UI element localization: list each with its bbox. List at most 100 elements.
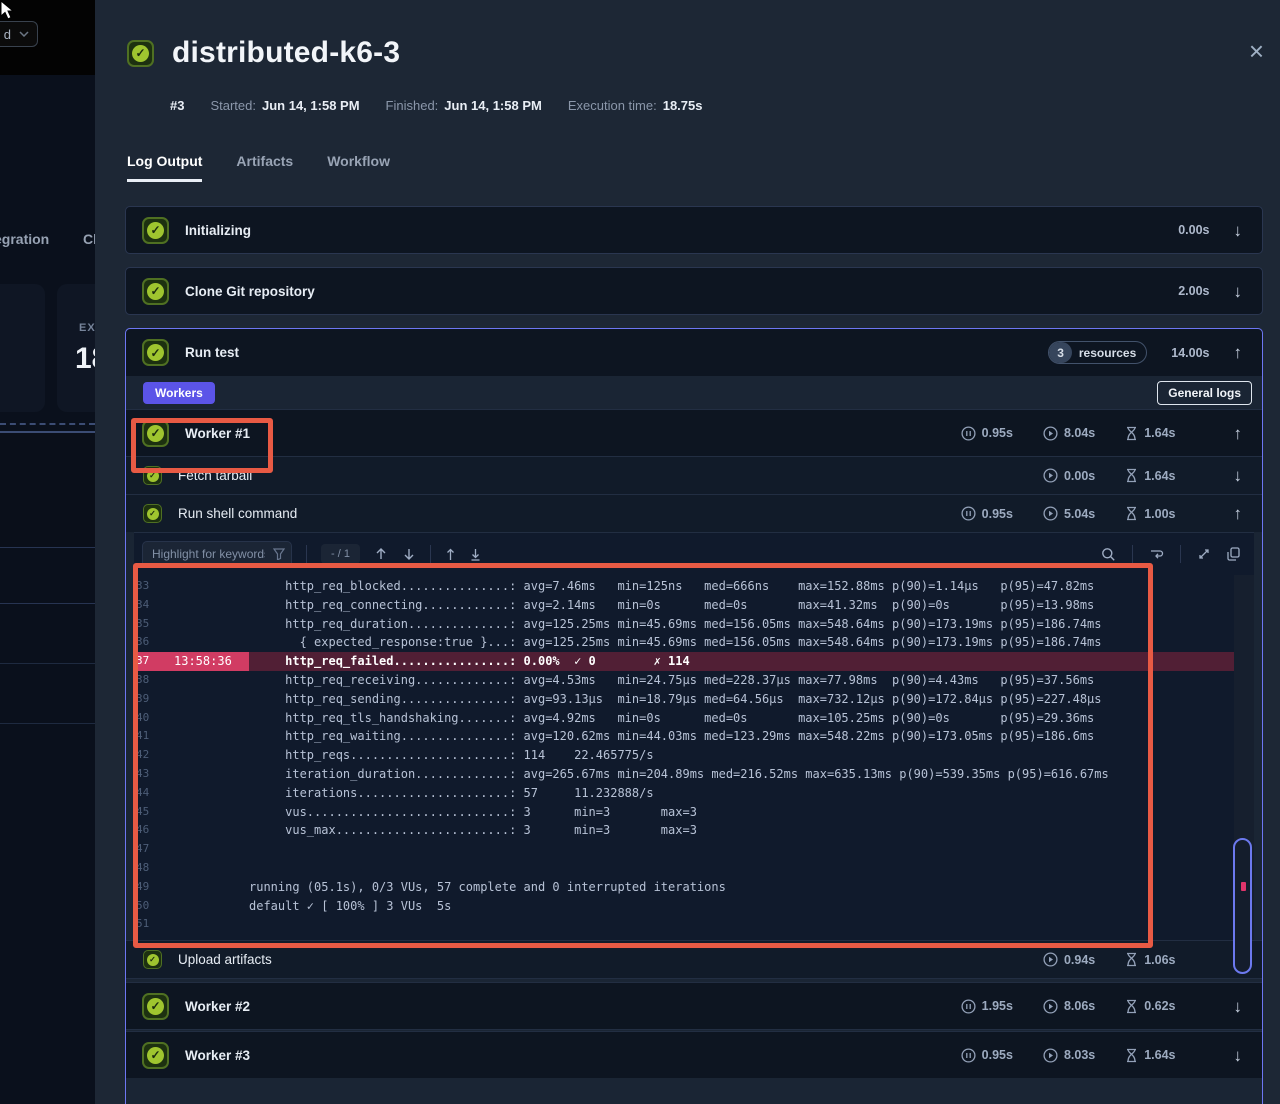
step-label: Run shell command [178, 506, 297, 521]
section-clone-git-header[interactable]: ✓ Clone Git repository 2.00s ↓ [126, 268, 1262, 314]
log-line[interactable]: 35 http_req_duration..............: avg=… [134, 615, 1254, 634]
section-duration: 14.00s [1171, 346, 1209, 360]
log-line-timestamp [160, 897, 249, 916]
log-line[interactable]: 39 http_req_sending...............: avg=… [134, 690, 1254, 709]
row-run-shell-command[interactable]: ✓ Run shell command 0.95s 5.04s 1.00s ↑ [126, 494, 1262, 532]
row-worker-3[interactable]: ✓ Worker #3 0.95s 8.03s 1.64s ↓ [126, 1031, 1262, 1078]
success-check-icon: ✓ [143, 950, 162, 969]
log-sections: ✓ Initializing 0.00s ↓ ✓ Clone Git repos… [95, 182, 1280, 1104]
total-time: 1.64s [1125, 426, 1175, 441]
log-line-text: running (05.1s), 0/3 VUs, 57 complete an… [249, 878, 1254, 897]
pause-circle-icon [961, 506, 976, 521]
row-fetch-tarball[interactable]: ✓ Fetch tarball 0.00s 1.64s ↓ [126, 456, 1262, 494]
background-card-label: EX [79, 322, 96, 334]
log-line[interactable]: 38 http_req_receiving.............: avg=… [134, 671, 1254, 690]
log-line[interactable]: 51 [134, 915, 1254, 934]
previous-match-icon[interactable] [374, 547, 388, 561]
background-dropdown-label: d [4, 27, 11, 42]
log-line-text: http_req_connecting............: avg=2.1… [249, 596, 1254, 615]
log-line-timestamp [160, 671, 249, 690]
background-tab-left[interactable]: egration [0, 231, 49, 247]
log-line-timestamp [160, 596, 249, 615]
log-line-timestamp [160, 690, 249, 709]
log-line-text: http_req_tls_handshaking.......: avg=4.9… [249, 709, 1254, 728]
scroll-to-bottom-icon[interactable] [470, 548, 481, 561]
log-line-timestamp [160, 878, 249, 897]
log-scrollbar-track[interactable] [1234, 575, 1254, 940]
log-line-text: default ✓ [ 100% ] 3 VUs 5s [249, 897, 1254, 916]
filter-funnel-icon[interactable] [273, 548, 285, 560]
job-detail-modal: × ✓ distributed-k6-3 #3 Started:Jun 14, … [95, 0, 1280, 1104]
finished-value: Jun 14, 1:58 PM [444, 98, 542, 113]
log-line[interactable]: 45 vus............................: 3 mi… [134, 803, 1254, 822]
log-line[interactable]: 33 http_req_blocked...............: avg=… [134, 577, 1254, 596]
log-line[interactable]: 50 default ✓ [ 100% ] 3 VUs 5s [134, 897, 1254, 916]
log-line[interactable]: 37 13:58:36 http_req_failed.............… [134, 652, 1254, 671]
log-line[interactable]: 48 [134, 859, 1254, 878]
log-line[interactable]: 34 http_req_connecting............: avg=… [134, 596, 1254, 615]
log-line[interactable]: 41 http_req_waiting...............: avg=… [134, 727, 1254, 746]
row-worker-1[interactable]: ✓ Worker #1 0.95s 8.04s 1.64s ↑ [126, 409, 1262, 456]
log-line-text [249, 859, 1254, 878]
execution-time-value: 18.75s [663, 98, 703, 113]
section-run-test-header[interactable]: ✓ Run test 3 resources 14.00s ↑ [126, 329, 1262, 376]
collapse-arrow-icon[interactable]: ↑ [1234, 425, 1243, 442]
log-line-number: 38 [134, 671, 160, 690]
total-time: 1.64s [1125, 468, 1175, 483]
log-line-timestamp [160, 765, 249, 784]
modal-tabs: Log Output Artifacts Workflow [95, 113, 1280, 182]
log-scrollbar-thumb[interactable] [1233, 838, 1252, 974]
success-check-icon: ✓ [143, 466, 162, 485]
section-initializing-header[interactable]: ✓ Initializing 0.00s ↓ [126, 207, 1262, 253]
tab-log-output[interactable]: Log Output [127, 153, 202, 182]
chevron-down-icon [19, 31, 29, 37]
log-line-timestamp [160, 840, 249, 859]
log-line[interactable]: 36 { expected_response:true }...: avg=12… [134, 633, 1254, 652]
log-line-timestamp [160, 746, 249, 765]
wrap-lines-icon[interactable] [1149, 548, 1164, 561]
background-divider [0, 663, 95, 664]
expand-arrow-icon[interactable]: ↓ [1234, 222, 1243, 239]
close-icon[interactable]: × [1249, 38, 1264, 64]
section-label: Initializing [185, 223, 251, 238]
log-line-number: 34 [134, 596, 160, 615]
run-metadata: #3 Started:Jun 14, 1:58 PM Finished:Jun … [95, 70, 1280, 113]
log-line[interactable]: 47 [134, 840, 1254, 859]
tab-workflow[interactable]: Workflow [327, 153, 390, 182]
hourglass-icon [1125, 1048, 1138, 1063]
row-worker-2[interactable]: ✓ Worker #2 1.95s 8.06s 0.62s ↓ [126, 982, 1262, 1029]
log-line-number: 42 [134, 746, 160, 765]
log-line[interactable]: 49 running (05.1s), 0/3 VUs, 57 complete… [134, 878, 1254, 897]
row-upload-artifacts[interactable]: ✓ Upload artifacts 0.94s 1.06s ↓ [126, 940, 1262, 978]
expand-arrow-icon[interactable]: ↓ [1234, 998, 1243, 1015]
hourglass-icon [1125, 426, 1138, 441]
collapse-arrow-icon[interactable]: ↑ [1234, 344, 1243, 361]
highlight-keywords-input[interactable] [142, 541, 292, 568]
copy-logs-icon[interactable] [1227, 547, 1240, 561]
log-line[interactable]: 40 http_req_tls_handshaking.......: avg=… [134, 709, 1254, 728]
log-line-text: http_req_sending...............: avg=93.… [249, 690, 1254, 709]
log-line[interactable]: 42 http_reqs......................: 114 … [134, 746, 1254, 765]
hourglass-icon [1125, 468, 1138, 483]
search-icon[interactable] [1101, 547, 1116, 562]
general-logs-button[interactable]: General logs [1157, 381, 1252, 405]
expand-arrow-icon[interactable]: ↓ [1234, 1047, 1243, 1064]
expand-arrow-icon[interactable]: ↓ [1234, 467, 1243, 484]
scroll-to-top-icon[interactable] [445, 548, 456, 561]
hourglass-icon [1125, 506, 1138, 521]
section-duration: 2.00s [1178, 284, 1209, 298]
log-line[interactable]: 46 vus_max........................: 3 mi… [134, 821, 1254, 840]
background-dropdown[interactable]: d [0, 21, 38, 47]
expand-arrow-icon[interactable]: ↓ [1234, 283, 1243, 300]
log-line-number: 40 [134, 709, 160, 728]
workers-tab-button[interactable]: Workers [143, 382, 215, 404]
tab-artifacts[interactable]: Artifacts [236, 153, 293, 182]
log-line-number: 46 [134, 821, 160, 840]
log-line[interactable]: 44 iterations.....................: 57 1… [134, 784, 1254, 803]
expand-fullscreen-icon[interactable] [1197, 547, 1211, 561]
log-line[interactable]: 43 iteration_duration.............: avg=… [134, 765, 1254, 784]
log-lines[interactable]: 33 http_req_blocked...............: avg=… [134, 575, 1254, 940]
next-match-icon[interactable] [402, 547, 416, 561]
toolbar-divider [430, 545, 431, 563]
collapse-arrow-icon[interactable]: ↑ [1234, 505, 1243, 522]
